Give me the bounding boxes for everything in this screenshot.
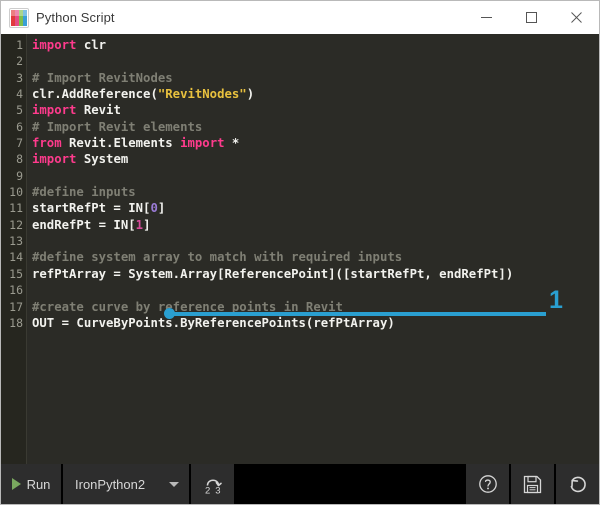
code-line: refPtArray = System.Array[ReferencePoint… xyxy=(32,266,599,282)
line-number: 10 xyxy=(1,184,26,200)
title-bar: Python Script xyxy=(1,1,599,34)
code-token-plain: endRefPt = IN[ xyxy=(32,218,136,232)
engine-select[interactable]: IronPython2 xyxy=(63,464,191,504)
minimize-button[interactable] xyxy=(464,1,509,34)
line-number: 2 xyxy=(1,53,26,69)
chevron-down-icon xyxy=(169,482,179,487)
code-token-plain: ) xyxy=(247,87,254,101)
code-line xyxy=(32,168,599,184)
line-number: 18 xyxy=(1,315,26,331)
code-line: endRefPt = IN[1] xyxy=(32,217,599,233)
line-number: 9 xyxy=(1,168,26,184)
code-line: startRefPt = IN[0] xyxy=(32,200,599,216)
code-token-str: "RevitNodes" xyxy=(158,87,247,101)
save-floppy-icon xyxy=(522,474,543,495)
svg-text:3: 3 xyxy=(215,486,220,497)
run-button[interactable]: Run xyxy=(1,464,63,504)
code-line: clr.AddReference("RevitNodes") xyxy=(32,86,599,102)
code-token-com: #define inputs xyxy=(32,185,136,199)
line-number: 17 xyxy=(1,299,26,315)
help-button[interactable] xyxy=(464,464,509,504)
engine-select-label: IronPython2 xyxy=(75,478,145,491)
code-line: #define system array to match with requi… xyxy=(32,249,599,265)
code-token-com: #define system array to match with requi… xyxy=(32,250,402,264)
line-number: 1 xyxy=(1,37,26,53)
code-line: import clr xyxy=(32,37,599,53)
code-line xyxy=(32,282,599,298)
code-line xyxy=(32,53,599,69)
toolbar-spacer xyxy=(236,464,464,504)
code-token-com: # Import Revit elements xyxy=(32,120,202,134)
line-number: 16 xyxy=(1,282,26,298)
line-number: 6 xyxy=(1,119,26,135)
code-content[interactable]: import clr # Import RevitNodesclr.AddRef… xyxy=(27,34,599,464)
maximize-button[interactable] xyxy=(509,1,554,34)
close-button[interactable] xyxy=(554,1,599,34)
code-token-plain: * xyxy=(225,136,240,150)
code-token-plain: startRefPt = IN[ xyxy=(32,201,150,215)
code-line: #define inputs xyxy=(32,184,599,200)
code-line: import Revit xyxy=(32,102,599,118)
code-token-com: # Import RevitNodes xyxy=(32,71,173,85)
code-editor[interactable]: 123456789101112131415161718 import clr #… xyxy=(1,34,599,464)
save-button[interactable] xyxy=(509,464,554,504)
code-line: OUT = CurveByPoints.ByReferencePoints(re… xyxy=(32,315,599,331)
code-token-plain: clr.AddReference( xyxy=(32,87,158,101)
code-token-kw: import xyxy=(32,38,76,52)
svg-text:2: 2 xyxy=(205,486,210,497)
line-number: 4 xyxy=(1,86,26,102)
revert-button[interactable] xyxy=(554,464,599,504)
code-token-kw: import xyxy=(180,136,224,150)
code-line: import System xyxy=(32,151,599,167)
close-icon xyxy=(570,11,583,24)
line-number-gutter: 123456789101112131415161718 xyxy=(1,34,27,464)
code-token-plain: OUT = CurveByPoints.ByReferencePoints(re… xyxy=(32,316,395,330)
code-line xyxy=(32,233,599,249)
line-number: 8 xyxy=(1,151,26,167)
maximize-icon xyxy=(525,11,538,24)
revert-arrow-icon xyxy=(567,473,589,495)
code-token-plain: Revit xyxy=(76,103,120,117)
code-token-kw: import xyxy=(32,152,76,166)
code-token-plain: Revit.Elements xyxy=(62,136,180,150)
run-button-label: Run xyxy=(27,478,51,491)
window-controls xyxy=(464,1,599,34)
code-token-com: #create curve by reference points in Rev… xyxy=(32,300,343,314)
code-token-num0: 0 xyxy=(150,201,157,215)
migrate-python2-to-3-button[interactable]: 2 3 xyxy=(191,464,236,504)
code-token-kw: import xyxy=(32,103,76,117)
code-token-plain: ] xyxy=(158,201,165,215)
line-number: 12 xyxy=(1,217,26,233)
dynamo-python-icon xyxy=(10,9,28,27)
line-number: 7 xyxy=(1,135,26,151)
python-2-to-3-icon: 2 3 xyxy=(201,472,225,496)
python-script-window: Python Script 123456789101112131415 xyxy=(0,0,600,505)
line-number: 13 xyxy=(1,233,26,249)
minimize-icon xyxy=(480,11,493,24)
code-line: # Import RevitNodes xyxy=(32,70,599,86)
code-line: from Revit.Elements import * xyxy=(32,135,599,151)
code-token-plain: clr xyxy=(76,38,106,52)
help-circle-icon xyxy=(477,473,499,495)
window-title: Python Script xyxy=(36,1,115,34)
code-token-kw: from xyxy=(32,136,62,150)
code-line: # Import Revit elements xyxy=(32,119,599,135)
line-number: 3 xyxy=(1,70,26,86)
code-token-plain: refPtArray = System.Array[ReferencePoint… xyxy=(32,267,513,281)
bottom-toolbar: Run IronPython2 2 3 xyxy=(1,464,599,504)
line-number: 14 xyxy=(1,249,26,265)
code-token-num1: 1 xyxy=(136,218,143,232)
code-line: #create curve by reference points in Rev… xyxy=(32,299,599,315)
code-token-plain: ] xyxy=(143,218,150,232)
code-token-plain: System xyxy=(76,152,128,166)
play-icon xyxy=(12,478,21,490)
line-number: 5 xyxy=(1,102,26,118)
line-number: 15 xyxy=(1,266,26,282)
line-number: 11 xyxy=(1,200,26,216)
